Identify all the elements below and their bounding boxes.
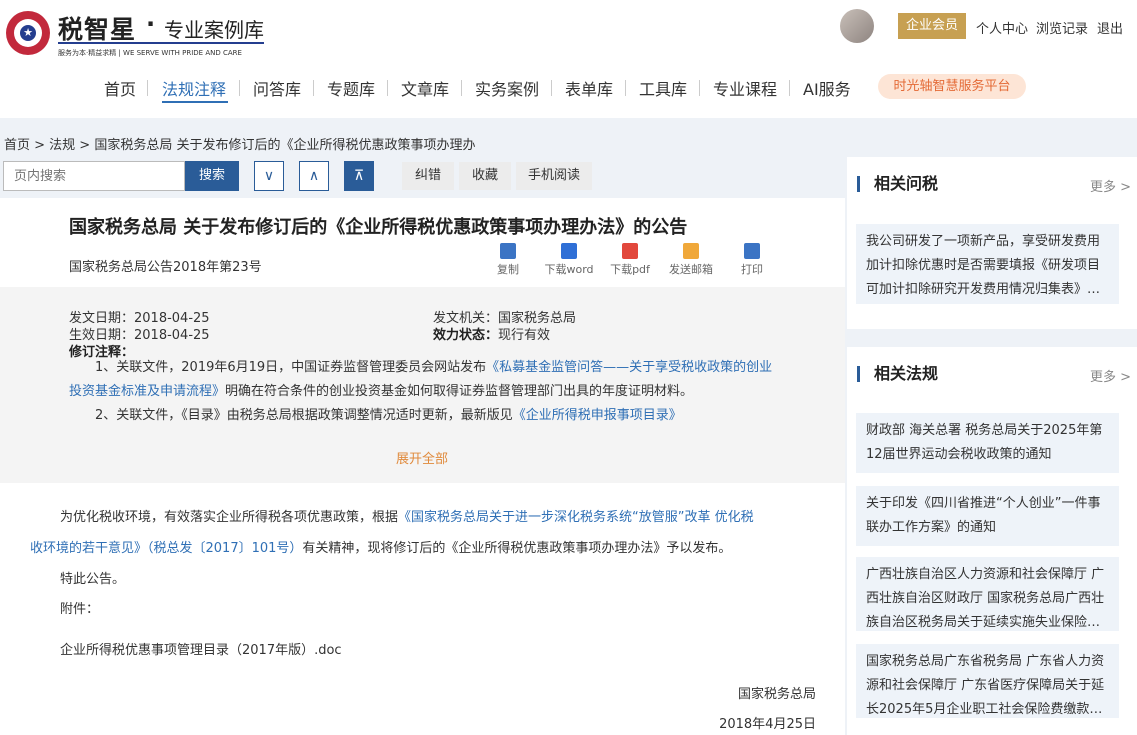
related-laws-title: 相关法规	[857, 366, 938, 382]
avatar[interactable]	[840, 9, 874, 43]
print-button[interactable]: 打印	[722, 243, 782, 277]
scroll-top-icon[interactable]: ⊼	[344, 161, 374, 191]
page-title: 国家税务总局 关于发布修订后的《企业所得税优惠政策事项办理办法》的公告	[69, 217, 688, 238]
logo-icon[interactable]: ★	[6, 11, 50, 55]
attachment-label: 附件：	[60, 602, 100, 617]
revision-note-1-cont: 投资基金标准及申请流程》明确在符合条件的创业投资基金如何取得证券监督管理部门出具…	[69, 384, 694, 399]
brand-name[interactable]: 税智星	[58, 10, 136, 46]
nav-item-forms[interactable]: 表单库	[565, 76, 613, 100]
brand-underline	[58, 42, 264, 44]
word-icon	[561, 243, 577, 259]
copy-button[interactable]: 复制	[478, 243, 538, 277]
nav-item-home[interactable]: 首页	[104, 76, 136, 100]
brand-slogan: 服务为本·精益求精 | WE SERVE WITH PRIDE AND CARE	[58, 49, 242, 57]
nav-item-qa[interactable]: 问答库	[253, 76, 301, 100]
pdf-icon	[622, 243, 638, 259]
nav-divider	[461, 80, 462, 96]
timeline-platform-button[interactable]: 时光轴智慧服务平台	[878, 74, 1026, 99]
list-item[interactable]: 广西壮族自治区人力资源和社会保障厅 广西壮族自治区财政厅 国家税务总局广西壮族自…	[856, 557, 1119, 631]
send-email-label: 发送邮箱	[669, 263, 713, 276]
related-qa-more-link[interactable]: 更多 >	[1090, 176, 1131, 195]
related-qa-title: 相关问税	[857, 176, 938, 192]
download-word-label: 下载word	[544, 263, 594, 276]
vip-badge-button[interactable]: 企业会员	[898, 13, 966, 39]
nav-item-ai-service[interactable]: AI服务	[803, 76, 851, 100]
history-link[interactable]: 浏览记录	[1036, 18, 1088, 37]
nav-item-courses[interactable]: 专业课程	[713, 76, 777, 100]
nav-divider	[313, 80, 314, 96]
mobile-read-button[interactable]: 手机阅读	[516, 162, 592, 190]
attachment-link[interactable]: 企业所得税优惠事项管理目录（2017年版）.doc	[60, 635, 342, 666]
download-pdf-label: 下载pdf	[610, 263, 650, 276]
body-paragraph-2: 特此公告。	[60, 572, 126, 587]
document-number: 国家税务总局公告2018年第23号	[69, 260, 262, 275]
nav-item-regulations[interactable]: 法规注释	[162, 76, 226, 100]
nav-divider	[625, 80, 626, 96]
print-label: 打印	[741, 263, 763, 276]
send-email-button[interactable]: 发送邮箱	[661, 243, 721, 277]
print-icon	[744, 243, 760, 259]
list-item[interactable]: 关于印发《四川省推进“个人创业”一件事联办工作方案》的通知	[856, 486, 1119, 546]
policy-reference-link[interactable]: 《国家税务总局关于进一步深化税务系统“放管服”改革 优化税	[398, 510, 754, 525]
page-search-input[interactable]	[3, 161, 185, 191]
expand-all-button[interactable]: 展开全部	[396, 448, 448, 467]
signature-org: 国家税务总局	[737, 687, 816, 702]
body-paragraph-1: 为优化税收环境，有效落实企业所得税各项优惠政策，根据《国家税务总局关于进一步深化…	[60, 510, 754, 525]
favorite-button[interactable]: 收藏	[459, 162, 511, 190]
signature-date: 2018年4月25日	[719, 717, 816, 732]
revision-note-2: 2、关联文件，《目录》由税务总局根据政策调整情况适时更新，最新版见《企业所得税申…	[95, 408, 682, 423]
mail-icon	[683, 243, 699, 259]
related-doc-link[interactable]: 《私募基金监管问答——关于享受税收政策的创业	[486, 360, 772, 375]
search-button[interactable]: 搜索	[185, 161, 239, 191]
policy-reference-link-cont[interactable]: 收环境的若干意见》（税总发〔2017〕101号）	[30, 541, 302, 556]
related-doc-link-cont[interactable]: 投资基金标准及申请流程》	[69, 384, 225, 399]
logout-link[interactable]: 退出	[1097, 18, 1123, 37]
copy-label: 复制	[497, 263, 519, 276]
related-laws-more-link[interactable]: 更多 >	[1090, 366, 1131, 385]
list-item[interactable]: 财政部 海关总署 税务总局关于2025年第12届世界运动会税收政策的通知	[856, 413, 1119, 473]
chevron-down-icon[interactable]: ∨	[254, 161, 284, 191]
list-item[interactable]: 国家税务总局广东省税务局 广东省人力资源和社会保障厅 广东省医疗保障局关于延长2…	[856, 644, 1119, 718]
chevron-up-icon[interactable]: ∧	[299, 161, 329, 191]
copy-icon	[500, 243, 516, 259]
brand-subtitle: 专业案例库	[164, 18, 264, 42]
report-error-button[interactable]: 纠错	[402, 162, 454, 190]
nav-divider	[387, 80, 388, 96]
nav-item-articles[interactable]: 文章库	[401, 76, 449, 100]
list-item[interactable]: 我公司研发了一项新产品，享受研发费用加计扣除优惠时是否需要填报《研发项目可加计扣…	[856, 224, 1119, 304]
nav-item-topics[interactable]: 专题库	[327, 76, 375, 100]
nav-active-indicator	[162, 101, 228, 103]
download-pdf-button[interactable]: 下载pdf	[600, 243, 660, 277]
nav-item-cases[interactable]: 实务案例	[475, 76, 539, 100]
brand-separator: ·	[146, 10, 156, 38]
validity-status: 效力状态：现行有效	[433, 328, 551, 343]
user-center-link[interactable]: 个人中心	[976, 18, 1028, 37]
nav-divider	[789, 80, 790, 96]
body-paragraph-1-cont: 收环境的若干意见》（税总发〔2017〕101号）有关精神，现将修订后的《企业所得…	[30, 541, 732, 556]
nav-divider	[239, 80, 240, 96]
nav-divider	[147, 80, 148, 96]
breadcrumb[interactable]: 首页 > 法规 > 国家税务总局 关于发布修订后的《企业所得税优惠政策事项办理办	[4, 134, 475, 153]
nav-item-tools[interactable]: 工具库	[639, 76, 687, 100]
nav-divider	[699, 80, 700, 96]
nav-divider	[551, 80, 552, 96]
declaration-catalog-link[interactable]: 《企业所得税申报事项目录》	[513, 408, 682, 423]
revision-note-1: 1、关联文件，2019年6月19日，中国证券监督管理委员会网站发布《私募基金监管…	[95, 360, 773, 375]
download-word-button[interactable]: 下载word	[539, 243, 599, 277]
